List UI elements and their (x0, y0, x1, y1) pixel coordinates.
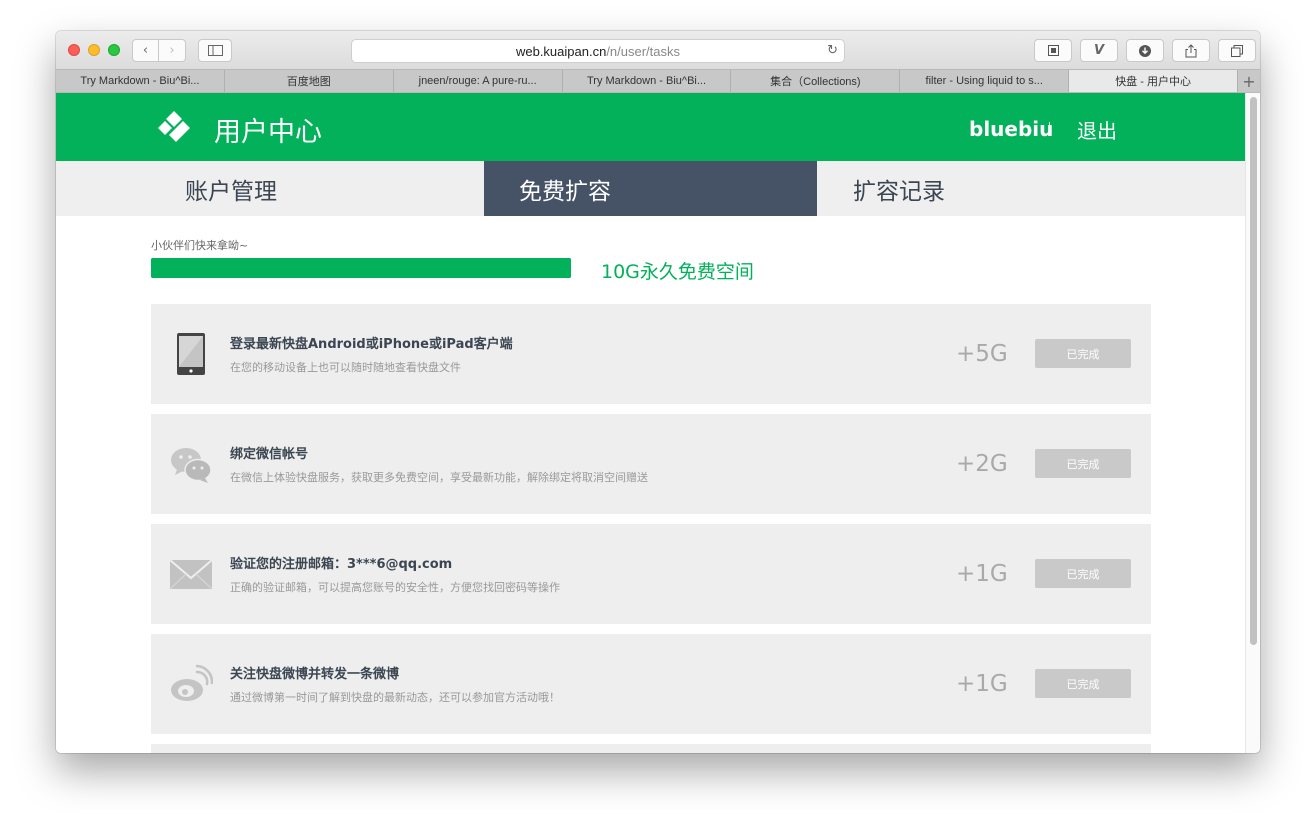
task-reward: +5G (956, 341, 1008, 367)
header-divider (1049, 122, 1050, 134)
browser-tab[interactable]: 集合（Collections) (731, 70, 901, 92)
space-progress-bar (151, 258, 571, 278)
task-reward: +1G (956, 671, 1008, 697)
tabs-overview-button[interactable] (1218, 39, 1256, 62)
minimize-window-button[interactable] (88, 44, 100, 56)
sidebar-toggle-button[interactable] (198, 39, 232, 62)
space-progress-fill (151, 258, 571, 278)
task-card: 验证您的注册邮箱：3***6@qq.com 正确的验证邮箱，可以提高您账号的安全… (151, 524, 1151, 624)
mail-icon (169, 559, 213, 590)
tab-free-expansion[interactable]: 免费扩容 (484, 161, 817, 216)
close-window-button[interactable] (68, 44, 80, 56)
history-nav: ‹ › (132, 39, 186, 62)
scrollbar-thumb[interactable] (1250, 97, 1257, 645)
tab-account-management[interactable]: 账户管理 (185, 161, 277, 216)
free-space-label: 10G永久免费空间 (601, 261, 754, 283)
task-card (151, 744, 1151, 753)
task-title: 绑定微信帐号 (230, 447, 309, 462)
browser-tab[interactable]: jneen/rouge: A pure-ru... (394, 70, 563, 92)
weibo-icon (171, 664, 213, 701)
new-tab-button[interactable]: + (1238, 70, 1260, 92)
task-description: 通过微博第一时间了解到快盘的最新动态，还可以参加官方活动哦！ (230, 691, 560, 704)
url-path: /n/user/tasks (606, 44, 681, 59)
page-scrollbar[interactable] (1245, 93, 1260, 753)
task-title: 验证您的注册邮箱：3***6@qq.com (230, 557, 453, 572)
extension-button[interactable]: V (1080, 39, 1118, 62)
share-icon (1185, 43, 1197, 57)
tab-expansion-history[interactable]: 扩容记录 (853, 161, 945, 216)
page-content: 用户中心 bluebiu 退出 账户管理 免费扩容 扩容记录 小伙伴们快来拿呦~… (56, 93, 1245, 753)
kuaipan-logo-icon[interactable] (154, 109, 194, 149)
address-bar[interactable]: web.kuaipan.cn/n/user/tasks ↻ (351, 39, 845, 63)
tab-bar: Try Markdown - Biu^Bi... 百度地图 jneen/roug… (56, 69, 1260, 93)
browser-tab-active[interactable]: 快盘 - 用户中心 (1069, 70, 1239, 92)
phone-icon (177, 333, 205, 375)
extension-icon: V (1093, 43, 1105, 58)
task-card: 关注快盘微博并转发一条微博 通过微博第一时间了解到快盘的最新动态，还可以参加官方… (151, 634, 1151, 734)
task-reward: +2G (956, 451, 1008, 477)
forward-button[interactable]: › (159, 39, 186, 62)
task-title: 关注快盘微博并转发一条微博 (230, 667, 400, 682)
tabs-icon (1231, 44, 1243, 57)
site-header: 用户中心 bluebiu 退出 (56, 93, 1245, 161)
chevron-left-icon: ‹ (142, 43, 149, 58)
share-button[interactable] (1172, 39, 1210, 62)
task-card: 登录最新快盘Android或iPhone或iPad客户端 在您的移动设备上也可以… (151, 304, 1151, 404)
browser-tab[interactable]: 百度地图 (225, 70, 394, 92)
task-description: 在您的移动设备上也可以随时随地查看快盘文件 (230, 361, 461, 374)
browser-toolbar: ‹ › web.kuaipan.cn/n/user/tasks ↻ V (56, 31, 1260, 69)
wechat-icon (171, 448, 212, 483)
task-completed-button[interactable]: 已完成 (1035, 339, 1131, 368)
task-reward: +1G (956, 561, 1008, 587)
browser-tab[interactable]: filter - Using liquid to s... (900, 70, 1070, 92)
reader-icon (1047, 45, 1059, 56)
download-icon (1139, 44, 1151, 57)
reader-button[interactable] (1034, 39, 1072, 62)
task-title: 登录最新快盘Android或iPhone或iPad客户端 (230, 337, 513, 352)
browser-tab[interactable]: Try Markdown - Biu^Bi... (563, 70, 732, 92)
page-title: 用户中心 (214, 117, 322, 148)
sidebar-icon (207, 45, 223, 56)
sub-navigation: 账户管理 免费扩容 扩容记录 (56, 161, 1245, 216)
browser-tab[interactable]: Try Markdown - Biu^Bi... (56, 70, 225, 92)
task-completed-button[interactable]: 已完成 (1035, 669, 1131, 698)
logout-link[interactable]: 退出 (1077, 115, 1117, 144)
chevron-right-icon: › (169, 43, 175, 58)
task-description: 在微信上体验快盘服务，获取更多免费空间，享受最新功能，解除绑定将取消空间赠送 (230, 471, 648, 484)
browser-window: ‹ › web.kuaipan.cn/n/user/tasks ↻ V Try … (56, 31, 1260, 753)
url-host: web.kuaipan.cn (515, 44, 607, 59)
task-description: 正确的验证邮箱，可以提高您账号的安全性，方便您找回密码等操作 (230, 581, 560, 594)
task-completed-button[interactable]: 已完成 (1035, 449, 1131, 478)
back-button[interactable]: ‹ (132, 39, 159, 62)
reload-icon[interactable]: ↻ (827, 43, 838, 58)
downloads-button[interactable] (1126, 39, 1164, 62)
maximize-window-button[interactable] (108, 44, 120, 56)
progress-hint: 小伙伴们快来拿呦~ (151, 239, 249, 252)
task-card: 绑定微信帐号 在微信上体验快盘服务，获取更多免费空间，享受最新功能，解除绑定将取… (151, 414, 1151, 514)
task-completed-button[interactable]: 已完成 (1035, 559, 1131, 588)
username-link[interactable]: bluebiu (969, 117, 1053, 141)
